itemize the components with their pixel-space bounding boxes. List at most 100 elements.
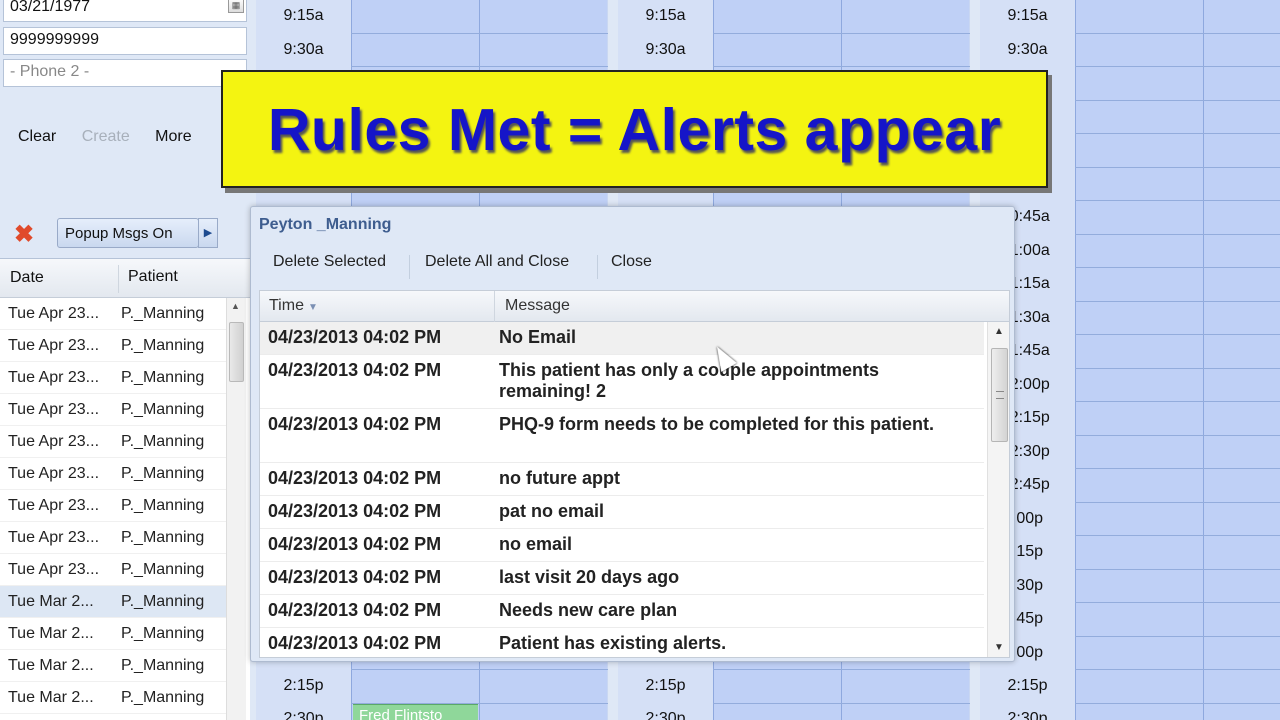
message-time: 04/23/2013 04:02 PM <box>268 600 442 620</box>
alert-row-patient: P._Manning <box>121 433 205 450</box>
calendar-icon[interactable]: ▦ <box>228 0 244 13</box>
alert-row[interactable]: Tue Mar 2... P._Manning <box>0 650 226 682</box>
appointment-block[interactable]: Fred Flintsto <box>353 704 478 720</box>
sort-desc-icon: ▼ <box>307 302 318 313</box>
message-time: 04/23/2013 04:02 PM <box>268 414 442 434</box>
scrollbar-thumb[interactable] <box>991 348 1008 442</box>
slot-divider <box>1075 267 1280 268</box>
message-time: 04/23/2013 04:02 PM <box>268 633 442 653</box>
schedule-slot-column[interactable] <box>1075 0 1203 720</box>
time-label: 9:15a <box>1007 7 1048 24</box>
clear-button[interactable]: Clear <box>18 128 56 145</box>
alert-row[interactable]: Tue Mar 2... P._Manning <box>0 682 226 714</box>
message-time: 04/23/2013 04:02 PM <box>268 501 442 521</box>
alert-row[interactable]: Tue Apr 23... P._Manning <box>0 490 226 522</box>
date-column-header[interactable]: Date <box>10 269 44 287</box>
dob-value: 03/21/1977 <box>10 0 91 15</box>
delete-selected-button[interactable]: Delete Selected <box>273 253 386 271</box>
schedule-slot-column[interactable] <box>1203 0 1280 720</box>
message-text: No Email <box>499 327 577 347</box>
toolbar-separator <box>409 255 410 279</box>
popup-msgs-arrow-icon[interactable]: ▶ <box>198 218 218 248</box>
message-text: no future appt <box>499 468 620 488</box>
alert-row-patient: P._Manning <box>121 593 205 610</box>
alert-row-patient: P._Manning <box>121 465 205 482</box>
phone1-field[interactable]: 9999999999 <box>3 27 247 55</box>
alert-row[interactable]: Tue Apr 23... P._Manning <box>0 362 226 394</box>
slot-divider <box>1075 301 1280 302</box>
alert-row-patient: P._Manning <box>121 657 205 674</box>
slot-divider <box>713 669 970 670</box>
alert-row[interactable]: Tue Apr 23... P._Manning <box>0 554 226 586</box>
time-label: 2:15p <box>1007 677 1048 694</box>
alert-row-date: Tue Mar 2... <box>8 657 94 674</box>
toolbar-separator <box>597 255 598 279</box>
message-row[interactable]: 04/23/2013 04:02 PM Patient has existing … <box>260 628 984 657</box>
alert-row[interactable]: Tue Mar 2... P._Manning <box>0 586 226 618</box>
scroll-down-icon[interactable]: ▼ <box>994 642 1004 653</box>
slot-divider <box>1075 703 1280 704</box>
close-button[interactable]: Close <box>611 253 652 271</box>
rules-banner: Rules Met = Alerts appear <box>221 70 1048 188</box>
popup-toolbar: Delete Selected Delete All and Close Clo… <box>251 247 1014 289</box>
time-label: 2:15p <box>645 677 686 694</box>
create-button[interactable]: Create <box>82 128 130 145</box>
delete-x-icon[interactable]: ✖ <box>14 220 34 249</box>
alert-row-date: Tue Apr 23... <box>8 433 100 450</box>
time-column-header[interactable]: Time ▼ <box>269 297 318 315</box>
slot-divider <box>351 66 608 67</box>
slot-divider <box>1075 66 1280 67</box>
time-label: 9:30a <box>1007 41 1048 58</box>
message-row[interactable]: 04/23/2013 04:02 PM PHQ-9 form needs to b… <box>260 409 984 463</box>
alerts-grid-header: Date Patient <box>0 259 250 298</box>
alerts-popup-window: Peyton _Manning Delete Selected Delete A… <box>250 206 1015 662</box>
alert-row[interactable]: Tue Apr 23... P._Manning <box>0 458 226 490</box>
scroll-up-icon[interactable]: ▲ <box>994 326 1004 337</box>
alert-row-date: Tue Mar 2... <box>8 689 94 706</box>
message-row[interactable]: 04/23/2013 04:02 PM no future appt <box>260 463 984 496</box>
message-text: PHQ-9 form needs to be completed for thi… <box>499 414 935 434</box>
message-row[interactable]: 04/23/2013 04:02 PM No Email <box>260 322 984 355</box>
delete-all-close-button[interactable]: Delete All and Close <box>425 253 569 271</box>
time-label: 2:30p <box>1007 710 1048 720</box>
more-button[interactable]: More <box>155 128 191 145</box>
messages-grid-header: Time ▼ Message <box>260 291 1009 322</box>
message-row[interactable]: 04/23/2013 04:02 PM no email <box>260 529 984 562</box>
dob-field[interactable]: 03/21/1977 ▦ <box>3 0 247 22</box>
alert-row-date: Tue Mar 2... <box>8 593 94 610</box>
message-column-header[interactable]: Message <box>505 297 570 315</box>
alerts-grid-scrollbar[interactable]: ▲ <box>226 298 246 720</box>
alert-row[interactable]: Tue Apr 23... P._Manning <box>0 394 226 426</box>
messages-scrollbar[interactable]: ▲ ▼ <box>987 322 1009 657</box>
message-text: This patient has only a couple appointme… <box>499 360 880 401</box>
slot-divider <box>1075 669 1280 670</box>
alert-row-patient: P._Manning <box>121 689 205 706</box>
message-row[interactable]: 04/23/2013 04:02 PM Needs new care plan <box>260 595 984 628</box>
alert-row[interactable]: Tue Apr 23... P._Manning <box>0 426 226 458</box>
message-row[interactable]: 04/23/2013 04:02 PM This patient has only… <box>260 355 984 409</box>
slot-divider <box>713 703 970 704</box>
popup-title: Peyton _Manning <box>259 216 392 233</box>
scrollbar-thumb[interactable] <box>229 322 244 382</box>
alert-row-date: Tue Mar 2... <box>8 625 94 642</box>
scroll-up-icon[interactable]: ▲ <box>231 301 240 311</box>
message-time: 04/23/2013 04:02 PM <box>268 534 442 554</box>
alert-row[interactable]: Tue Apr 23... P._Manning <box>0 330 226 362</box>
alert-row[interactable]: Tue Apr 23... P._Manning <box>0 298 226 330</box>
alert-toolbar: ✖ Popup Msgs On ▶ <box>0 210 250 254</box>
column-divider <box>118 265 119 293</box>
slot-divider <box>1075 468 1280 469</box>
slot-divider <box>713 33 970 34</box>
alert-row-patient: P._Manning <box>121 625 205 642</box>
time-label: 2:30p <box>645 710 686 720</box>
phone2-field[interactable]: - Phone 2 - <box>3 59 247 87</box>
popup-msgs-toggle[interactable]: Popup Msgs On <box>57 218 199 248</box>
alert-row[interactable]: Tue Mar 2... P._Manning <box>0 618 226 650</box>
alert-row[interactable]: Tue Apr 23... P._Manning <box>0 522 226 554</box>
message-row[interactable]: 04/23/2013 04:02 PM pat no email <box>260 496 984 529</box>
time-header-label: Time <box>269 297 304 314</box>
alert-row-patient: P._Manning <box>121 497 205 514</box>
message-row[interactable]: 04/23/2013 04:02 PM last visit 20 days ag… <box>260 562 984 595</box>
message-time: 04/23/2013 04:02 PM <box>268 567 442 587</box>
patient-column-header[interactable]: Patient <box>128 268 178 286</box>
